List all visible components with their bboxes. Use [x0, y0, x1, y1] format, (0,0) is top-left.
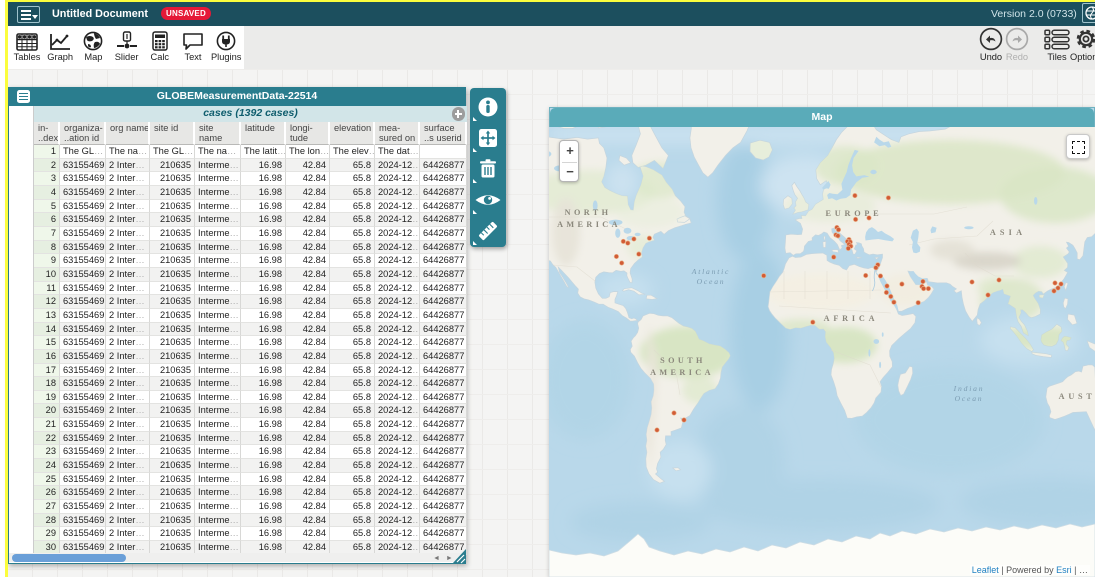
svg-text:AMERICA: AMERICA: [557, 220, 621, 229]
svg-text:NORTH: NORTH: [565, 208, 612, 217]
svg-text:Ocean: Ocean: [697, 277, 726, 286]
svg-text:ASIA: ASIA: [990, 228, 1026, 237]
svg-text:EUROPE: EUROPE: [826, 209, 883, 218]
svg-text:AUSTR: AUSTR: [1059, 392, 1095, 401]
svg-text:SOUTH: SOUTH: [660, 356, 706, 365]
svg-text:AMERICA: AMERICA: [650, 368, 714, 377]
svg-text:Indian: Indian: [953, 384, 985, 393]
svg-text:AFRICA: AFRICA: [824, 314, 879, 323]
svg-text:Ocean: Ocean: [955, 394, 984, 403]
svg-text:Atlantic: Atlantic: [691, 267, 730, 276]
